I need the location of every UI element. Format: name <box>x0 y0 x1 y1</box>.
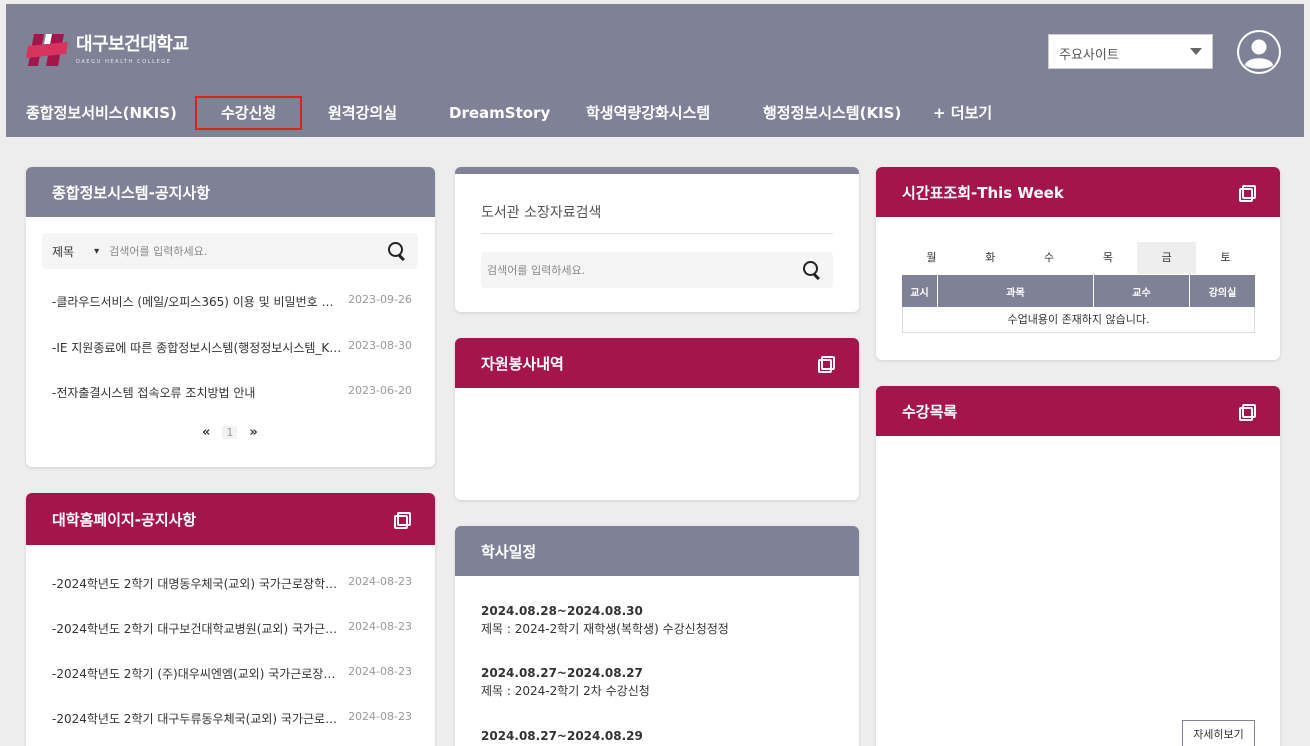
user-avatar-icon[interactable] <box>1237 30 1281 74</box>
weekday-tabs: 월 화 수 목 금 토 <box>902 242 1255 274</box>
nav-remote-classroom[interactable]: 원격강의실 <box>328 96 397 130</box>
prev-page-button[interactable]: « <box>202 425 210 440</box>
open-new-window-icon[interactable] <box>394 511 411 529</box>
volunteer-title: 자원봉사내역 <box>481 354 564 373</box>
logo-mark-icon <box>26 32 70 68</box>
search-filter-select[interactable]: 제목 ▾ <box>42 243 109 260</box>
open-new-window-icon[interactable] <box>1239 403 1256 421</box>
nkis-search-bar: 제목 ▾ 검색어를 입력하세요. <box>42 233 418 269</box>
top-header: 대구보건대학교 DAEGU HEALTH COLLEGE 주요사이트 종합정보서… <box>6 4 1304 137</box>
logo-subtitle: DAEGU HEALTH COLLEGE <box>76 59 172 65</box>
col-subject: 과목 <box>938 275 1094 307</box>
more-details-button[interactable]: 자세히보기 <box>1182 720 1255 746</box>
notice-title: -전자출결시스템 접속오류 조치방법 안내 <box>52 386 256 400</box>
search-filter-label: 제목 <box>52 244 75 259</box>
notice-date: 2023-09-26 <box>348 293 412 306</box>
notice-date: 2023-08-30 <box>348 339 412 352</box>
notice-title: -IE 지원종료에 따른 종합정보시스템(행정정보시스템_KIS) 접속방법 <box>52 341 342 355</box>
list-item[interactable]: -2024학년도 2학기 대명동우체국(교외) 국가근로장학생 모집 2024-… <box>52 575 412 592</box>
divider <box>481 233 833 234</box>
schedule-name: 제목 : 2024-2학기 재학생(복학생) 수강신청정정 <box>481 622 729 636</box>
list-item[interactable]: 2024.08.27~2024.08.27 제목 : 2024-2학기 2차 수… <box>481 664 650 700</box>
list-item[interactable]: -2024학년도 2학기 대구보건대학교병원(교외) 국가근로장학생 모집 20… <box>52 620 412 637</box>
calendar-header: 학사일정 <box>455 526 859 576</box>
nkis-notice-title: 종합정보시스템-공지사항 <box>52 183 211 202</box>
nav-more[interactable]: + 더보기 <box>933 96 992 130</box>
open-new-window-icon[interactable] <box>818 355 835 373</box>
notice-title: -2024학년도 2학기 (주)대우씨엔엠(교외) 국가근로장학생 모집 <box>52 667 342 681</box>
logo-title: 대구보건대학교 <box>76 34 189 55</box>
tab-fri[interactable]: 금 <box>1137 242 1197 274</box>
course-list-title: 수강목록 <box>902 402 958 421</box>
timetable-card: 시간표조회-This Week 월 화 수 목 금 토 교시 과목 교수 강의실… <box>876 167 1280 360</box>
schedule-date: 2024.08.27~2024.08.29 <box>481 729 643 743</box>
page-number[interactable]: 1 <box>222 426 238 439</box>
volunteer-header: 자원봉사내역 <box>455 338 859 388</box>
univ-notice-header: 대학홈페이지-공지사항 <box>26 493 435 545</box>
tab-thu[interactable]: 목 <box>1078 242 1137 274</box>
list-item[interactable]: 2024.08.28~2024.08.30 제목 : 2024-2학기 재학생(… <box>481 602 729 638</box>
notice-title: -2024학년도 2학기 대명동우체국(교외) 국가근로장학생 모집 <box>52 577 342 591</box>
notice-date: 2024-08-23 <box>348 710 412 723</box>
notice-date: 2023-06-20 <box>348 384 412 397</box>
list-item[interactable]: -2024학년도 2학기 대구두류동우체국(교외) 국가근로장학생 모집 202… <box>52 710 412 727</box>
volunteer-card: 자원봉사내역 <box>455 338 859 500</box>
nav-dreamstory[interactable]: DreamStory <box>449 96 550 130</box>
list-item[interactable]: -클라우드서비스 (메일/오피스365) 이용 및 비밀번호 변경 안내 202… <box>52 293 412 310</box>
list-item[interactable]: -IE 지원종료에 따른 종합정보시스템(행정정보시스템_KIS) 접속방법 2… <box>52 339 412 356</box>
list-item[interactable]: -2024학년도 2학기 (주)대우씨엔엠(교외) 국가근로장학생 모집 202… <box>52 665 412 682</box>
library-search-bar: 검색어를 입력하세요. <box>481 252 833 288</box>
col-period: 교시 <box>902 275 938 307</box>
list-item[interactable]: -전자출결시스템 접속오류 조치방법 안내 2023-06-20 <box>52 384 412 401</box>
notice-date: 2024-08-23 <box>348 620 412 633</box>
chevron-down-icon: ▾ <box>94 245 100 257</box>
library-search-title: 도서관 소장자료검색 <box>481 205 602 221</box>
course-list-card: 수강목록 자세히보기 <box>876 386 1280 746</box>
notice-date: 2024-08-23 <box>348 665 412 678</box>
next-page-button[interactable]: » <box>249 425 257 440</box>
academic-calendar-card: 학사일정 2024.08.28~2024.08.30 제목 : 2024-2학기… <box>455 526 859 746</box>
nkis-notice-card: 종합정보시스템-공지사항 제목 ▾ 검색어를 입력하세요. -클라우드서비스 (… <box>26 167 435 467</box>
schedule-date: 2024.08.28~2024.08.30 <box>481 604 643 618</box>
nav-course-registration[interactable]: 수강신청 <box>195 96 303 130</box>
timetable-empty-message: 수업내용이 존재하지 않습니다. <box>902 307 1255 333</box>
nav-kis[interactable]: 행정정보시스템(KIS) <box>763 96 901 130</box>
univ-notice-card: 대학홈페이지-공지사항 -2024학년도 2학기 대명동우체국(교외) 국가근로… <box>26 493 435 746</box>
tab-wed[interactable]: 수 <box>1020 242 1079 274</box>
calendar-title: 학사일정 <box>481 542 537 561</box>
dropdown-arrow-icon <box>1190 48 1202 55</box>
library-search-input[interactable]: 검색어를 입력하세요. <box>481 262 801 278</box>
tab-tue[interactable]: 화 <box>961 242 1020 274</box>
notice-title: -2024학년도 2학기 대구두류동우체국(교외) 국가근로장학생 모집 <box>52 712 342 726</box>
tab-sat[interactable]: 토 <box>1196 242 1255 274</box>
nkis-notice-header: 종합정보시스템-공지사항 <box>26 167 435 217</box>
open-new-window-icon[interactable] <box>1239 184 1256 202</box>
pagination: « 1 » <box>202 425 258 440</box>
timetable-header: 시간표조회-This Week <box>876 167 1280 217</box>
search-icon[interactable] <box>386 240 408 262</box>
main-sites-select-label: 주요사이트 <box>1059 48 1119 63</box>
col-professor: 교수 <box>1094 275 1190 307</box>
nav-student-competency[interactable]: 학생역량강화시스템 <box>586 96 710 130</box>
course-list-header: 수강목록 <box>876 386 1280 436</box>
timetable-title: 시간표조회-This Week <box>902 183 1064 202</box>
schedule-date: 2024.08.27~2024.08.27 <box>481 666 643 680</box>
schedule-name: 제목 : 2024-2학기 2차 수강신청 <box>481 684 650 698</box>
timetable-column-headers: 교시 과목 교수 강의실 <box>902 275 1255 307</box>
search-icon[interactable] <box>801 259 823 281</box>
notice-title: -클라우드서비스 (메일/오피스365) 이용 및 비밀번호 변경 안내 <box>52 295 342 309</box>
main-sites-select[interactable]: 주요사이트 <box>1048 34 1213 69</box>
univ-notice-title: 대학홈페이지-공지사항 <box>52 510 197 529</box>
tab-mon[interactable]: 월 <box>902 242 961 274</box>
nkis-search-input[interactable]: 검색어를 입력하세요. <box>109 243 386 259</box>
notice-title: -2024학년도 2학기 대구보건대학교병원(교외) 국가근로장학생 모집 <box>52 622 342 636</box>
library-search-card: 도서관 소장자료검색 검색어를 입력하세요. <box>455 167 859 312</box>
list-item[interactable]: 2024.08.27~2024.08.29 <box>481 727 643 745</box>
col-classroom: 강의실 <box>1208 287 1237 299</box>
nav-nkis[interactable]: 종합정보서비스(NKIS) <box>26 96 177 130</box>
notice-date: 2024-08-23 <box>348 575 412 588</box>
college-logo[interactable]: 대구보건대학교 DAEGU HEALTH COLLEGE <box>26 32 189 68</box>
